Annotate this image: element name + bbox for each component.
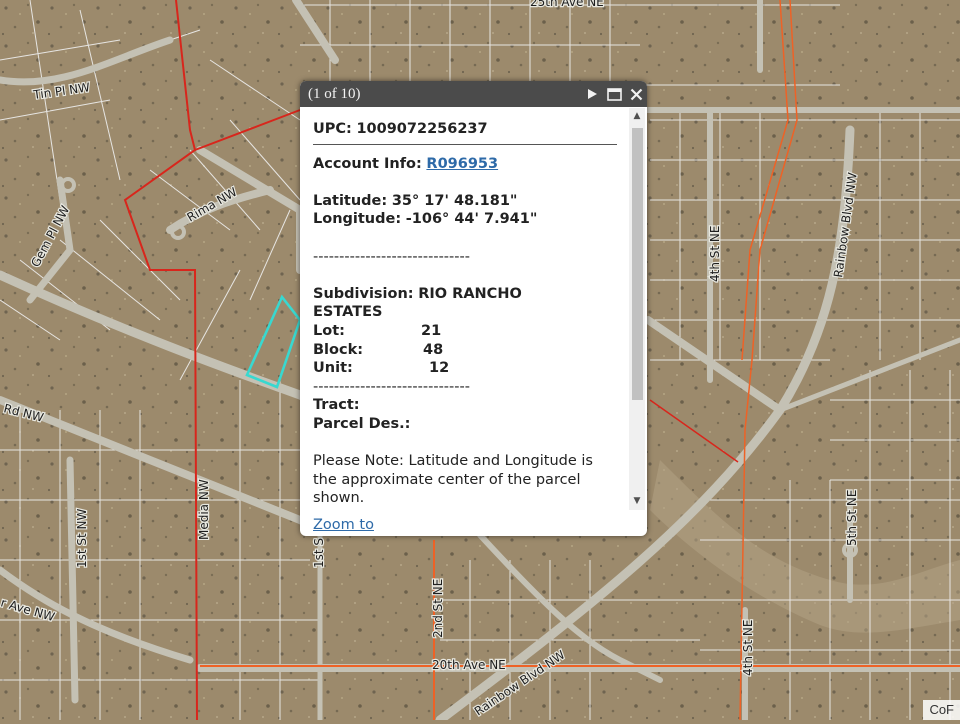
subdivision-row-2: ESTATES [313,303,630,322]
maximize-icon [606,87,622,101]
subdivision-value-2: ESTATES [313,304,383,321]
lot-label: Lot: [313,322,345,339]
block-value: 48 [423,341,444,358]
play-icon [588,89,597,99]
account-row: Account Info: R096953 [313,155,630,174]
note-line-3: shown. [313,490,365,507]
parcel-des-label: Parcel Des.: [313,415,411,432]
latitude-label: Latitude: [313,192,388,209]
account-label: Account Info: [313,155,422,172]
feature-counter: (1 of 10) [308,85,361,102]
zoom-to-link[interactable]: Zoom to [313,517,374,533]
popup-scrollbar[interactable]: ▲ ▼ [629,108,645,510]
header-divider [313,143,617,145]
latitude-row: Latitude: 35° 17' 48.181" [313,192,630,211]
note-line-2: the approximate center of the parcel [313,471,581,488]
unit-row: Unit: 12 [313,359,630,378]
road-label-2nd-st: 2nd St NE [431,579,445,638]
road-label-5th-st: 5th St NE [845,490,859,546]
block-label: Block: [313,341,364,358]
upc-value: 1009072256237 [356,121,488,137]
road-label-4th-st-upper: 4th St NE [708,226,722,282]
upc-row: UPC: 1009072256237 [313,120,630,139]
unit-label: Unit: [313,360,353,377]
longitude-value: -106° 44' 7.941" [405,211,538,228]
road-label-1st-s: 1st S [312,538,326,568]
note-line-1: Please Note: Latitude and Longitude is [313,453,593,470]
separator-line: ------------------------------ [313,248,470,265]
lot-value: 21 [421,322,442,339]
parcel-des-row: Parcel Des.: [313,415,630,434]
close-icon [630,88,642,100]
subdivision-row: Subdivision: RIO RANCHO [313,285,630,304]
latitude-value: 35° 17' 48.181" [391,192,518,209]
longitude-label: Longitude: [313,211,402,228]
map-attribution: CoF [923,700,960,720]
road-label-1st-st: 1st St NW [75,508,89,568]
popup-content[interactable]: UPC: 1009072256237 Account Info: R096953… [300,107,630,512]
unit-value: 12 [429,360,450,377]
scrollbar-thumb[interactable] [632,128,643,400]
subdivision-value: RIO RANCHO [418,285,522,302]
upc-label: UPC: [313,121,352,137]
maximize-button[interactable] [603,81,625,107]
road-label-media: Media NW [197,479,211,540]
close-button[interactable] [625,81,647,107]
scroll-down-arrow-icon[interactable]: ▼ [632,496,642,506]
popup-header: (1 of 10) [300,81,647,107]
next-feature-button[interactable] [581,81,603,107]
road-label-20th-ave: 20th Ave NE [432,658,506,672]
tract-row: Tract: [313,396,630,415]
longitude-row: Longitude: -106° 44' 7.941" [313,210,630,229]
account-link[interactable]: R096953 [426,156,498,172]
subdivision-label: Subdivision: [313,285,414,302]
parcel-info-popup: (1 of 10) UPC: 1009072256237 Account Inf… [300,81,647,536]
road-label-4th-st-lower: 4th St NE [741,620,755,676]
tract-label: Tract: [313,397,360,414]
road-label-25th-ave: 25th Ave NE [530,0,604,9]
block-row: Block: 48 [313,341,630,360]
separator-line-2: ------------------------------ [313,378,470,395]
scroll-up-arrow-icon[interactable]: ▲ [632,111,642,121]
lot-row: Lot: 21 [313,322,630,341]
